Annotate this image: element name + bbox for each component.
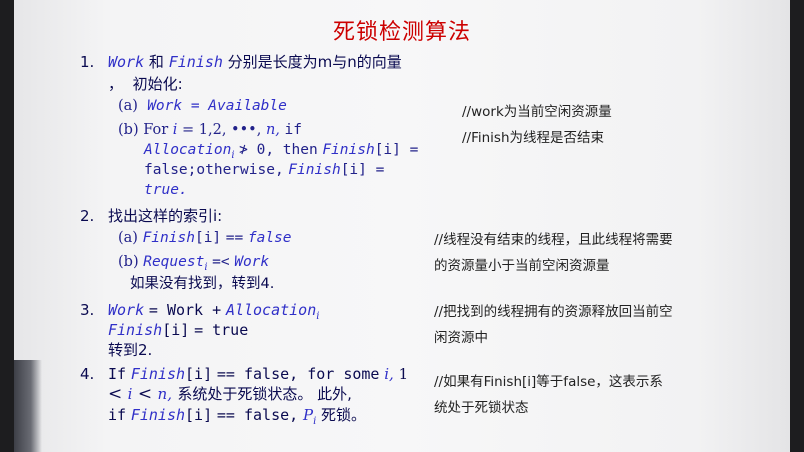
comment-work: //work为当前空闲资源量	[462, 104, 612, 120]
comment-step4-line-1: //如果有Finish[i]等于false，这表示系	[434, 374, 663, 390]
step-2-not-found: 如果没有找到，转到4.	[130, 276, 275, 292]
step-3-line-3: 转到2.	[108, 341, 153, 359]
step-1-line-2: ， 初始化:	[108, 75, 183, 93]
comment-step3-line-1: //把找到的线程拥有的资源释放回当前空	[434, 304, 673, 320]
comment-step2-line-2: 的资源量小于当前空闲资源量	[434, 258, 610, 274]
step-4-number: 4.	[80, 365, 95, 383]
comment-step2-line-1: //线程没有结束的线程，且此线程将需要	[434, 232, 673, 248]
step-2-number: 2.	[80, 207, 95, 225]
step-4-line-3: if Finish[i] == false, Pi 死锁。	[108, 406, 367, 427]
comment-finish: //Finish为线程是否结束	[462, 130, 605, 146]
slide-title: 死锁检测算法	[332, 20, 471, 45]
corner-shadow	[14, 360, 42, 452]
step-1b-line-1: (b) For i = 1,2, •••, n, if	[118, 122, 302, 138]
step-4-line-1: If Finish[i] == false, for some i, 1	[108, 365, 409, 383]
comment-step4-line-2: 统处于死锁状态	[434, 400, 529, 416]
step-4-line-2: < i < n, 系统处于死锁状态。 此外,	[108, 384, 352, 404]
step-1-line-1: Work 和 Finish 分别是长度为m与n的向量	[108, 53, 402, 71]
step-1b-line-4: true.	[144, 182, 188, 198]
step-3-line-2: Finish[i] = true	[108, 321, 249, 339]
step-1-number: 1.	[80, 53, 95, 71]
step-3-number: 3.	[80, 301, 95, 319]
step-1a: (a) Work = Available	[118, 98, 287, 114]
comment-step3-line-2: 闲资源中	[434, 330, 488, 346]
slide: 死锁检测算法 1. Work 和 Finish 分别是长度为m与n的向量 ， 初…	[14, 0, 790, 452]
step-2-text: 找出这样的索引i:	[108, 207, 223, 225]
step-1b-line-3: false;otherwise, Finish[i] =	[144, 162, 385, 178]
step-2a: (a) Finish[i] == false	[118, 230, 292, 246]
